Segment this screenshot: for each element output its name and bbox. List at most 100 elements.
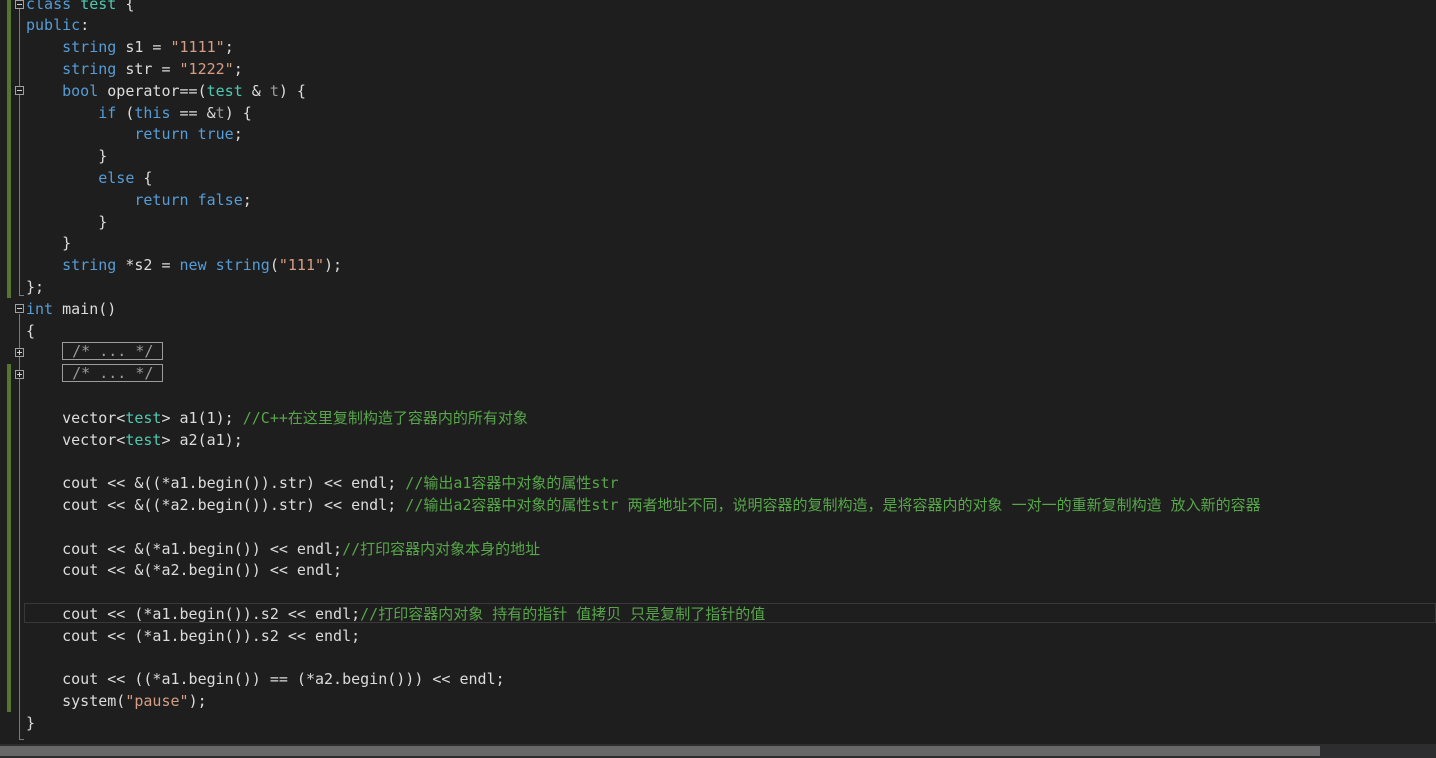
keyword: return	[134, 125, 189, 143]
punct: );	[188, 692, 207, 710]
string-literal: "1111"	[170, 38, 225, 56]
code-line: };	[26, 276, 44, 298]
parameter: t	[215, 104, 225, 122]
string-literal: "1222"	[179, 60, 234, 78]
code-text: s1 =	[116, 38, 171, 56]
code-line: vector<test> a2(a1);	[26, 429, 243, 451]
type-name: test	[125, 409, 162, 427]
code-text: cout << ((*a1.begin()) == (*a2.begin()))…	[62, 670, 505, 688]
code-line: /* ... */	[26, 363, 164, 385]
comment: //打印容器内对象本身的地址	[342, 540, 541, 558]
fold-collapse-icon[interactable]	[15, 304, 24, 313]
collapsed-region[interactable]: /* ... */	[62, 364, 164, 382]
code-line: }	[26, 232, 71, 254]
horizontal-scrollbar[interactable]	[0, 744, 1436, 758]
code-line: cout << &((*a1.begin()).str) << endl; //…	[26, 472, 619, 494]
keyword: string	[215, 256, 270, 274]
code-text: cout << &((*a1.begin()).str) << endl;	[62, 474, 406, 492]
code-line: else {	[26, 167, 152, 189]
code-text: *s2 =	[116, 256, 180, 274]
keyword: false	[197, 191, 243, 209]
code-text: vector<	[62, 409, 126, 427]
code-line: public:	[26, 14, 89, 36]
fold-expand-icon[interactable]	[15, 348, 24, 357]
brace: }	[26, 714, 36, 732]
type-name: test	[206, 82, 243, 100]
keyword: int	[26, 300, 54, 318]
punct: ;	[224, 38, 234, 56]
code-line: class test {	[26, 0, 134, 15]
code-text: > a1(1);	[161, 409, 243, 427]
keyword: this	[134, 104, 171, 122]
type-name: test	[80, 0, 117, 13]
code-text: str =	[116, 60, 180, 78]
code-line: string *s2 = new string("111");	[26, 254, 342, 276]
punct: );	[324, 256, 343, 274]
code-text: == &	[170, 104, 216, 122]
fold-collapse-icon[interactable]	[15, 0, 24, 9]
code-text: vector<	[62, 431, 126, 449]
code-line: cout << ((*a1.begin()) == (*a2.begin()))…	[26, 668, 505, 690]
outline-guide-end	[19, 739, 24, 740]
type-name: test	[125, 431, 162, 449]
code-line: cout << &(*a1.begin()) << endl;//打印容器内对象…	[26, 538, 540, 560]
collapsed-region[interactable]: /* ... */	[62, 342, 164, 360]
fold-expand-icon[interactable]	[15, 370, 24, 379]
comment: //输出a2容器中对象的属性str 两者地址不同，说明容器的复制构造，是将容器内…	[405, 496, 1261, 514]
comment: //打印容器内对象 持有的指针 值拷贝 只是复制了指针的值	[360, 605, 766, 623]
code-line: return true;	[26, 123, 242, 145]
fold-collapse-icon[interactable]	[15, 86, 24, 95]
code-line: return false;	[26, 189, 252, 211]
keyword: public	[26, 16, 81, 34]
scrollbar-thumb[interactable]	[0, 746, 1320, 756]
comment: //输出a1容器中对象的属性str	[405, 474, 619, 492]
outline-guide-end	[19, 295, 24, 296]
code-editor[interactable]: class test { public: string s1 = "1111";…	[0, 0, 1436, 742]
punct: ;	[242, 191, 252, 209]
string-literal: "pause"	[125, 692, 189, 710]
brace: }	[98, 147, 108, 165]
keyword: bool	[62, 82, 99, 100]
code-line: string s1 = "1111";	[26, 36, 234, 58]
code-text: ) {	[224, 104, 252, 122]
code-line: }	[26, 145, 107, 167]
code-line: cout << (*a1.begin()).s2 << endl;	[26, 625, 360, 647]
brace: };	[26, 278, 45, 296]
code-text: main()	[53, 300, 117, 318]
parameter: t	[269, 82, 279, 100]
punct: (	[269, 256, 279, 274]
keyword: else	[98, 169, 135, 187]
keyword: new	[179, 256, 207, 274]
punct: :	[80, 16, 90, 34]
code-text: (	[116, 104, 135, 122]
code-text: cout << (*a1.begin()).s2 << endl;	[62, 605, 361, 623]
code-line: bool operator==(test & t) {	[26, 80, 306, 102]
code-line: cout << &(*a2.begin()) << endl;	[26, 559, 342, 581]
code-text: cout << &(*a1.begin()) << endl;	[62, 540, 343, 558]
brace: }	[98, 213, 108, 231]
code-line: }	[26, 712, 35, 734]
punct: ;	[233, 60, 243, 78]
code-text: system(	[62, 692, 126, 710]
code-line: cout << (*a1.begin()).s2 << endl;//打印容器内…	[26, 603, 765, 625]
keyword: string	[62, 60, 117, 78]
code-text: operator==(	[98, 82, 207, 100]
string-literal: "111"	[278, 256, 325, 274]
keyword: true	[197, 125, 234, 143]
code-text: cout << &((*a2.begin()).str) << endl;	[62, 496, 406, 514]
brace: }	[62, 234, 72, 252]
outline-guide-operator	[19, 95, 20, 260]
code-line: string str = "1222";	[26, 58, 243, 80]
code-text: cout << (*a1.begin()).s2 << endl;	[62, 627, 361, 645]
keyword: return	[134, 191, 189, 209]
keyword: class	[26, 0, 72, 13]
code-line: /* ... */	[26, 341, 164, 363]
code-text: cout << &(*a2.begin()) << endl;	[62, 561, 343, 579]
code-text: &	[242, 82, 270, 100]
code-line: {	[26, 320, 35, 342]
brace: {	[26, 322, 36, 340]
comment: //C++在这里复制构造了容器内的所有对象	[242, 409, 528, 427]
keyword: if	[98, 104, 117, 122]
code-text: > a2(a1);	[161, 431, 243, 449]
code-line: if (this == &t) {	[26, 102, 252, 124]
